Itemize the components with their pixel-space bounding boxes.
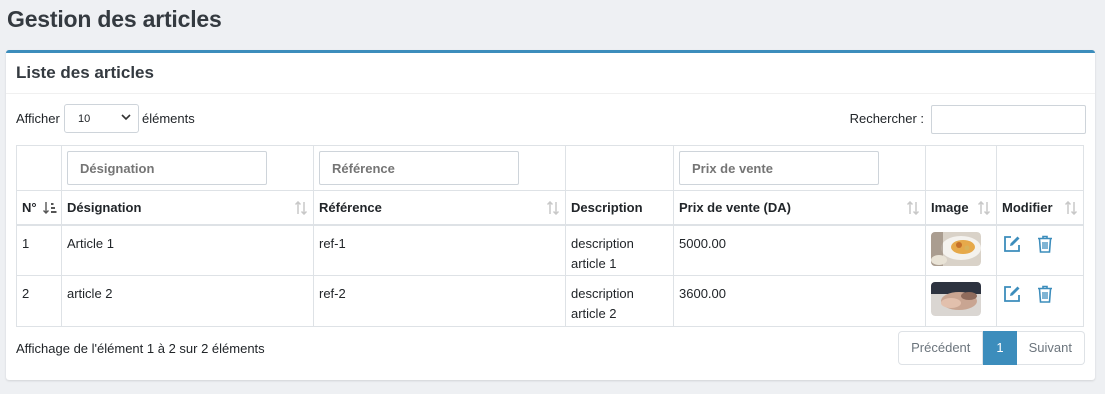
price-filter-input[interactable]: [679, 151, 879, 185]
filter-cell-empty: [16, 145, 62, 191]
pagination: Précédent 1 Suivant: [898, 331, 1085, 365]
page-title: Gestion des articles: [7, 6, 222, 32]
column-header-price[interactable]: Prix de vente (DA): [673, 190, 926, 226]
table-toolbar: Afficher 10 éléments Rechercher :: [6, 104, 1095, 134]
show-label: Afficher: [16, 111, 60, 126]
designation-filter-input[interactable]: [67, 151, 267, 185]
cell-price: 3600.00: [673, 275, 926, 327]
filter-cell-price: [673, 145, 926, 191]
cell-description: description article 1: [565, 224, 674, 276]
column-label: Référence: [319, 200, 382, 215]
reference-filter-input[interactable]: [319, 151, 519, 185]
cell-number: 1: [16, 224, 62, 276]
article-image: [931, 282, 981, 316]
cell-designation: Article 1: [61, 224, 314, 276]
filter-cell-empty: [925, 145, 997, 191]
column-label: Désignation: [67, 200, 142, 215]
cell-reference: ref-1: [313, 224, 566, 276]
cell-reference: ref-2: [313, 275, 566, 327]
article-image: [931, 231, 981, 266]
table-info: Affichage de l'élément 1 à 2 sur 2 éléme…: [16, 341, 265, 356]
sort-icon: [977, 201, 991, 215]
column-label: Modifier: [1002, 200, 1053, 215]
search-input[interactable]: [931, 105, 1086, 134]
entries-label: éléments: [142, 111, 195, 126]
cell-description: description article 2: [565, 275, 674, 327]
cell-image: [925, 224, 997, 276]
chevron-down-icon: [121, 114, 131, 121]
cell-designation: article 2: [61, 275, 314, 327]
sort-ascending-icon: [43, 202, 57, 214]
articles-table: N° Désignation Référence Description: [16, 145, 1084, 327]
filter-cell-empty: [996, 145, 1084, 191]
column-header-description: Description: [565, 190, 674, 226]
column-header-image[interactable]: Image: [925, 190, 997, 226]
sort-icon: [1064, 201, 1078, 215]
cell-number: 2: [16, 275, 62, 327]
column-label: Description: [571, 200, 643, 215]
filter-cell-reference: [313, 145, 566, 191]
column-label: Image: [931, 200, 969, 215]
cell-price: 5000.00: [673, 224, 926, 276]
column-header-modify[interactable]: Modifier: [996, 190, 1084, 226]
description-line: article 2: [571, 306, 617, 321]
table-row: 2 article 2 ref-2 description article 2 …: [16, 275, 1084, 327]
page-length-select[interactable]: 10: [64, 104, 139, 133]
description-line: description: [571, 286, 634, 301]
card-header: Liste des articles: [6, 53, 1095, 94]
cell-actions: [996, 275, 1084, 327]
previous-page-button[interactable]: Précédent: [898, 331, 984, 365]
page-length-value: 10: [78, 113, 91, 125]
table-row: 1 Article 1 ref-1 description article 1 …: [16, 224, 1084, 276]
cell-image: [925, 275, 997, 327]
description-line: article 1: [571, 255, 617, 271]
search-label: Rechercher :: [849, 111, 924, 126]
column-label: Prix de vente (DA): [679, 200, 791, 215]
articles-card: Liste des articles Afficher 10 éléments …: [6, 50, 1095, 380]
sort-icon: [906, 201, 920, 215]
description-line: description: [571, 235, 634, 251]
sort-icon: [294, 201, 308, 215]
filter-row: [16, 145, 1084, 191]
filter-cell-empty: [565, 145, 674, 191]
header-row: N° Désignation Référence Description Pri…: [16, 190, 1084, 226]
next-page-button[interactable]: Suivant: [1016, 331, 1085, 365]
sort-icon: [546, 201, 560, 215]
trash-icon[interactable]: [1035, 284, 1055, 304]
column-header-reference[interactable]: Référence: [313, 190, 566, 226]
column-label: N°: [22, 200, 37, 215]
edit-icon[interactable]: [1002, 234, 1022, 254]
cell-actions: [996, 224, 1084, 276]
page-1-button[interactable]: 1: [983, 331, 1017, 365]
filter-cell-designation: [61, 145, 314, 191]
column-header-number[interactable]: N°: [16, 190, 62, 226]
column-header-designation[interactable]: Désignation: [61, 190, 314, 226]
trash-icon[interactable]: [1035, 234, 1055, 254]
card-title: Liste des articles: [16, 63, 154, 82]
edit-icon[interactable]: [1002, 284, 1022, 304]
